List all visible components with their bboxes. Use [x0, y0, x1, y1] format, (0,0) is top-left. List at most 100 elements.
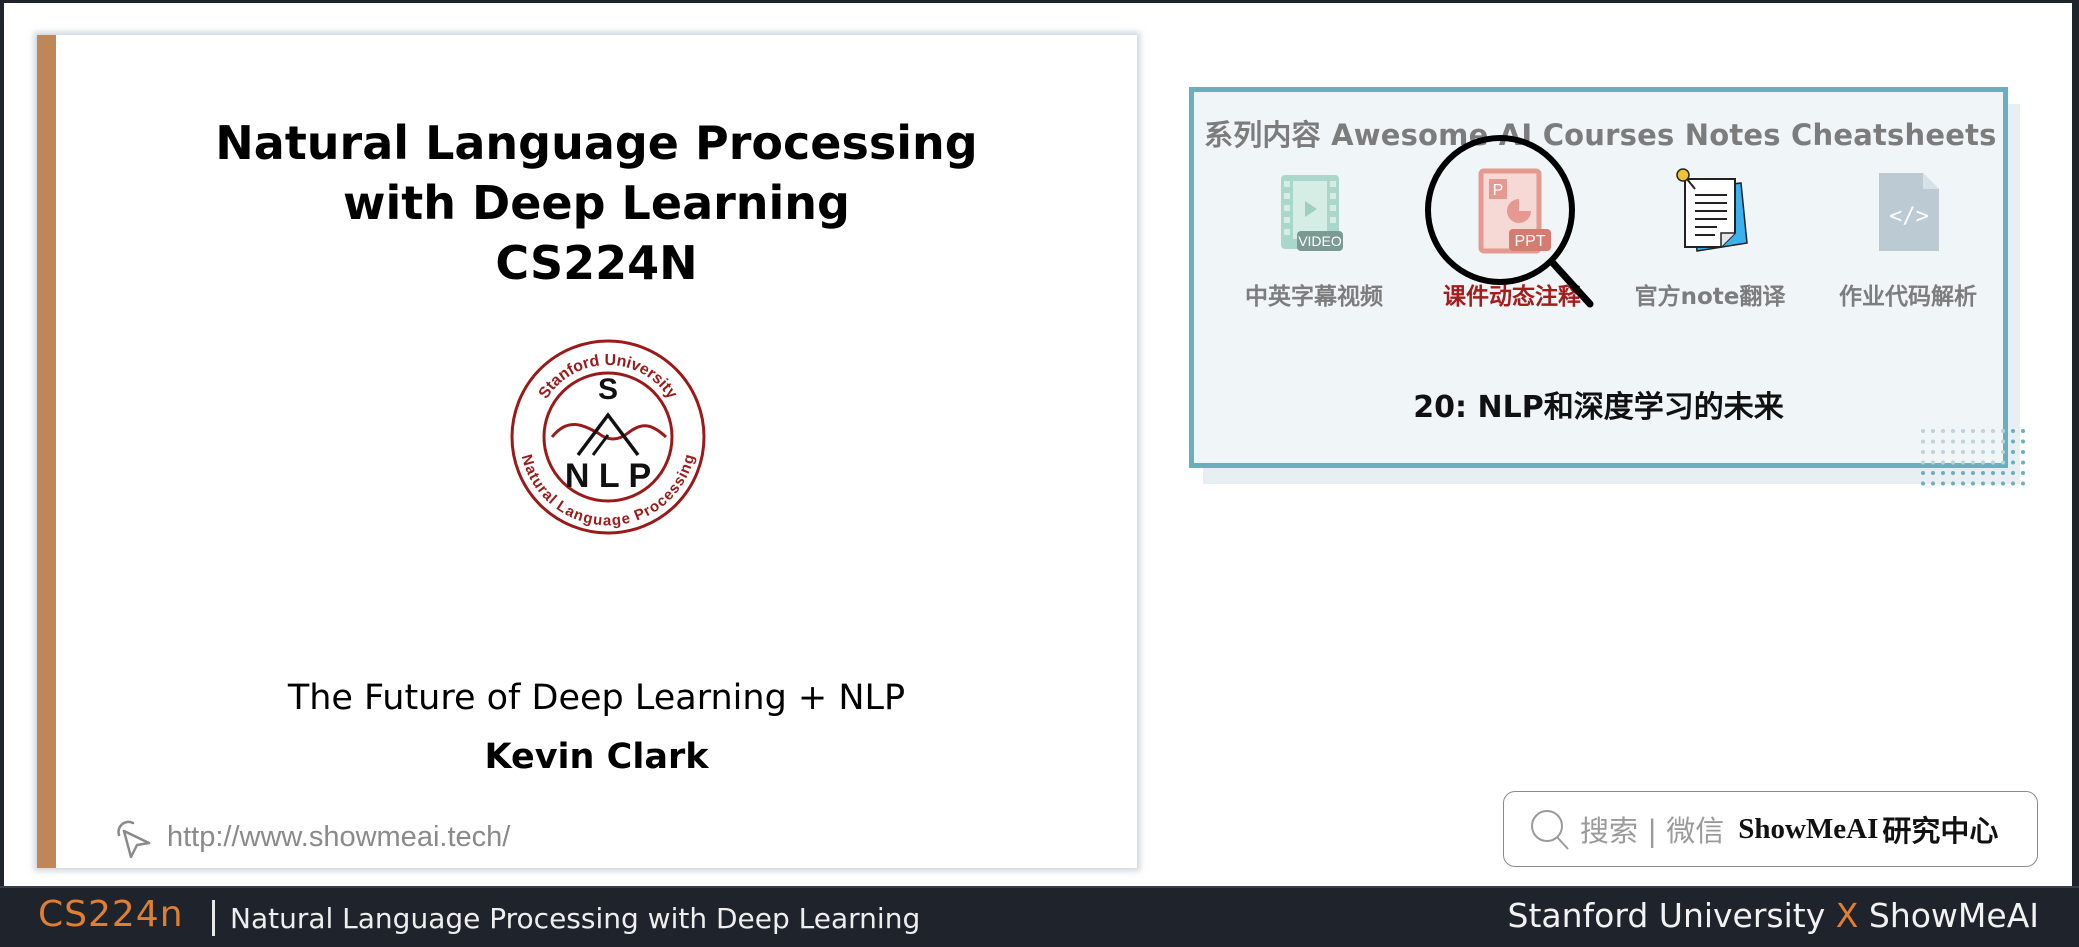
- decorative-dot: [1981, 450, 1985, 454]
- credit-stanford: Stanford University: [1507, 896, 1826, 935]
- decorative-dot: [1971, 481, 1975, 486]
- decorative-dot: [1971, 429, 1975, 433]
- svg-text:</>: </>: [1889, 204, 1929, 229]
- slide-accent-strip: [37, 35, 56, 868]
- decorative-dot: [1921, 471, 1925, 475]
- decorative-dot: [2021, 481, 2025, 486]
- decorative-dot: [2021, 429, 2025, 433]
- series-item-code[interactable]: </> 作业代码解析: [1808, 167, 2008, 311]
- decorative-dot: [1921, 481, 1925, 486]
- decorative-dot: [1941, 439, 1945, 444]
- series-item-label: 中英字幕视频: [1245, 284, 1383, 310]
- wechat-search-box[interactable]: 搜索 | 微信 ShowMeAI 研究中心: [1503, 791, 2038, 867]
- svg-text:P: P: [1493, 182, 1504, 199]
- decorative-dot: [1971, 439, 1975, 444]
- decorative-dot: [1931, 460, 1935, 465]
- credit-x: X: [1835, 896, 1859, 935]
- decorative-dot: [2021, 450, 2025, 454]
- decorative-dot: [2011, 471, 2015, 475]
- search-icon: [1531, 810, 1569, 850]
- decorative-dot: [1961, 460, 1965, 465]
- series-item-label: 作业代码解析: [1839, 284, 1977, 310]
- bottom-bar-divider: [212, 900, 215, 936]
- decorative-dot: [1951, 481, 1955, 486]
- search-hint: 搜索 | 微信: [1580, 814, 1725, 848]
- decorative-dot: [1961, 429, 1965, 433]
- series-item-label: 课件动态注释: [1443, 284, 1581, 310]
- decorative-dot: [1931, 471, 1935, 475]
- website-link[interactable]: http://www.showmeai.tech/: [109, 815, 510, 859]
- decorative-dot: [1931, 450, 1935, 454]
- decorative-dot: [2011, 460, 2015, 465]
- decorative-dot: [1921, 450, 1925, 454]
- cursor-click-icon: [117, 820, 151, 859]
- decorative-dot: [1991, 481, 1995, 486]
- search-brand-suffix: 研究中心: [1882, 814, 1999, 848]
- decorative-dot: [2011, 481, 2015, 486]
- decorative-dot: [2001, 460, 2005, 465]
- decorative-dot: [1991, 471, 1995, 475]
- svg-text:VIDEO: VIDEO: [1298, 233, 1342, 249]
- decorative-dot: [1981, 481, 1985, 486]
- lecture-title-slide: Natural Language Processing with Deep Le…: [37, 35, 1137, 868]
- decorative-dot: [1951, 429, 1955, 433]
- series-heading: 系列内容 Awesome AI Courses Notes Cheatsheet…: [1204, 118, 1997, 152]
- decorative-dot: [1921, 429, 1925, 433]
- bottom-bar: CS224n Natural Language Processing with …: [0, 886, 2079, 947]
- slide-title-line-1: Natural Language Processing: [215, 116, 978, 170]
- decorative-dot: [2011, 439, 2015, 444]
- decorative-dot: [1941, 460, 1945, 465]
- decorative-dot: [2001, 450, 2005, 454]
- decorative-dot: [1981, 471, 1985, 475]
- decorative-dot: [1951, 450, 1955, 454]
- decorative-dot: [1971, 460, 1975, 465]
- decorative-dot: [2011, 450, 2015, 454]
- decorative-dot: [1961, 471, 1965, 475]
- decorative-dot: [1981, 460, 1985, 465]
- lecture-author: Kevin Clark: [484, 737, 709, 777]
- note-document-icon: [1676, 168, 1748, 252]
- decorative-dot: [1951, 471, 1955, 475]
- decorative-dot: [2001, 439, 2005, 444]
- video-icon: VIDEO: [1281, 175, 1343, 251]
- course-code: CS224n: [38, 894, 184, 935]
- series-card: 系列内容 Awesome AI Courses Notes Cheatsheet…: [1189, 87, 2008, 468]
- logo-letter-s: S: [598, 373, 618, 406]
- partnership-credit: Stanford University X ShowMeAI: [1508, 896, 2039, 935]
- decorative-dot: [2011, 429, 2015, 433]
- decorative-dot: [1991, 460, 1995, 465]
- decorative-dot: [2021, 439, 2025, 444]
- stanford-nlp-logo-icon: Stanford University Natural Language Pro…: [510, 339, 706, 535]
- ppt-icon: P PPT: [1478, 168, 1551, 254]
- lecture-title-cn: 20: NLP和深度学习的未来: [1413, 390, 1784, 425]
- credit-showmeai: ShowMeAI: [1868, 896, 2039, 935]
- decorative-dot: [1991, 450, 1995, 454]
- decorative-dot: [1971, 450, 1975, 454]
- decorative-dot: [1991, 429, 1995, 433]
- decorative-dot: [1941, 450, 1945, 454]
- decorative-dot: [1921, 460, 1925, 465]
- decorative-dot: [1931, 439, 1935, 444]
- decorative-dot: [1961, 439, 1965, 444]
- decorative-dots: [1921, 429, 2025, 486]
- series-item-video[interactable]: VIDEO 中英字幕视频: [1214, 167, 1414, 311]
- decorative-dot: [2021, 471, 2025, 475]
- decorative-dot: [1991, 439, 1995, 444]
- decorative-dot: [1931, 429, 1935, 433]
- decorative-dot: [1931, 481, 1935, 486]
- course-name: Natural Language Processing with Deep Le…: [230, 902, 921, 935]
- decorative-dot: [1981, 439, 1985, 444]
- decorative-dot: [2001, 471, 2005, 475]
- svg-text:PPT: PPT: [1514, 233, 1545, 250]
- decorative-dot: [1961, 481, 1965, 486]
- slide-title: Natural Language Processing with Deep Le…: [56, 113, 1137, 293]
- search-brand: ShowMeAI: [1738, 812, 1879, 845]
- decorative-dot: [2001, 481, 2005, 486]
- website-url[interactable]: http://www.showmeai.tech/: [167, 821, 510, 854]
- series-item-ppt[interactable]: P PPT 课件动态注释: [1412, 167, 1612, 311]
- decorative-dot: [1941, 429, 1945, 433]
- decorative-dot: [1951, 460, 1955, 465]
- decorative-dot: [2001, 429, 2005, 433]
- series-item-notes[interactable]: 官方note翻译: [1610, 167, 1810, 311]
- lecture-subtitle: The Future of Deep Learning + NLP: [287, 678, 906, 718]
